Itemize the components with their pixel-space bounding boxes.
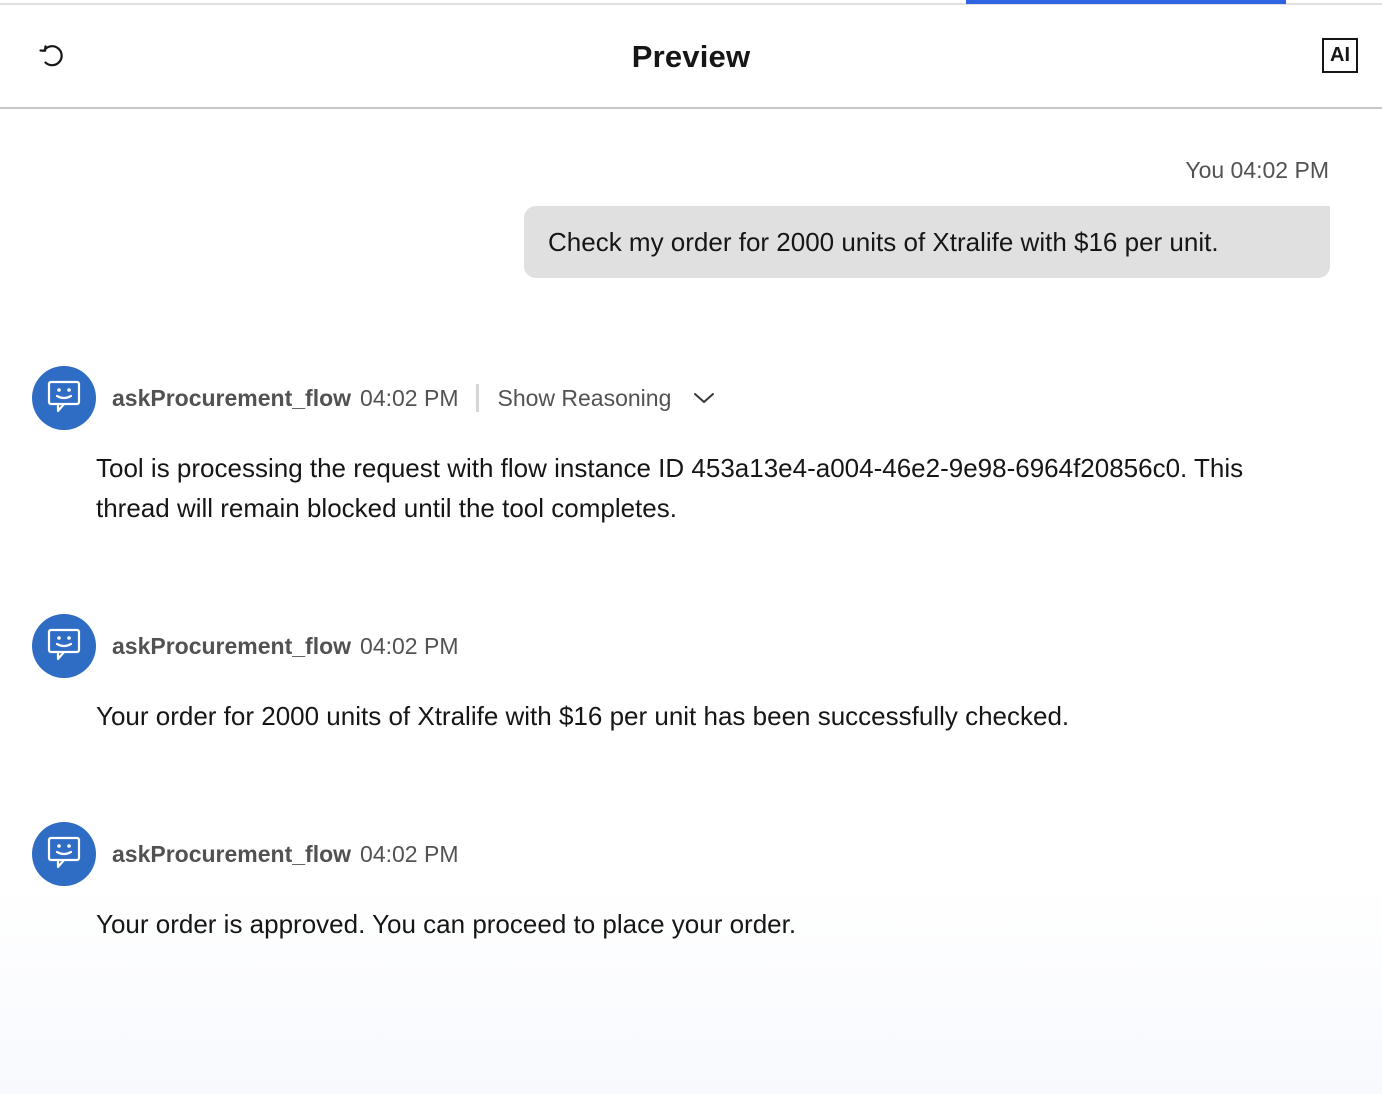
user-author: You — [1185, 157, 1225, 183]
chatbot-icon — [45, 625, 83, 668]
bot-time: 04:02 PM — [360, 632, 459, 659]
bot-message-header: askProcurement_flow 04:02 PM — [112, 838, 458, 870]
bot-name: askProcurement_flow — [112, 384, 352, 411]
user-message-text: Check my order for 2000 units of Xtralif… — [548, 226, 1219, 257]
bot-message-header: askProcurement_flow 04:02 PM — [112, 630, 458, 662]
page-title: Preview — [631, 39, 751, 74]
bot-avatar — [32, 822, 96, 886]
preview-header: Preview AI — [0, 5, 1382, 109]
active-tab-indicator — [966, 0, 1286, 4]
bot-message: askProcurement_flow 04:02 PM Show Reason… — [32, 366, 1352, 546]
header-divider — [476, 384, 480, 412]
chat-preview-panel: Preview AI You 04:02 PM Check my order f… — [0, 0, 1382, 1094]
bot-message: askProcurement_flow 04:02 PM Your order … — [32, 822, 1352, 962]
bot-message-text: Tool is processing the request with flow… — [96, 453, 1244, 523]
ai-label-button[interactable]: AI — [1322, 38, 1358, 73]
chatbot-icon — [45, 833, 83, 876]
bot-message-text: Your order for 2000 units of Xtralife wi… — [96, 701, 1070, 731]
chatbot-icon — [45, 377, 83, 420]
bot-message-text: Your order is approved. You can proceed … — [96, 909, 797, 939]
bot-message: askProcurement_flow 04:02 PM Your order … — [32, 614, 1352, 754]
bot-name: askProcurement_flow — [112, 840, 352, 867]
user-message-meta: You 04:02 PM — [1185, 157, 1329, 184]
bot-name: askProcurement_flow — [112, 632, 352, 659]
bot-time: 04:02 PM — [360, 384, 459, 411]
bot-avatar — [32, 614, 96, 678]
chevron-down-icon[interactable] — [693, 391, 715, 405]
user-message-bubble: Check my order for 2000 units of Xtralif… — [524, 206, 1330, 278]
bot-avatar — [32, 366, 96, 430]
bot-time: 04:02 PM — [360, 840, 459, 867]
bot-message-header: askProcurement_flow 04:02 PM Show Reason… — [112, 382, 715, 414]
show-reasoning-toggle[interactable]: Show Reasoning — [497, 385, 671, 412]
user-time: 04:02 PM — [1230, 157, 1329, 183]
